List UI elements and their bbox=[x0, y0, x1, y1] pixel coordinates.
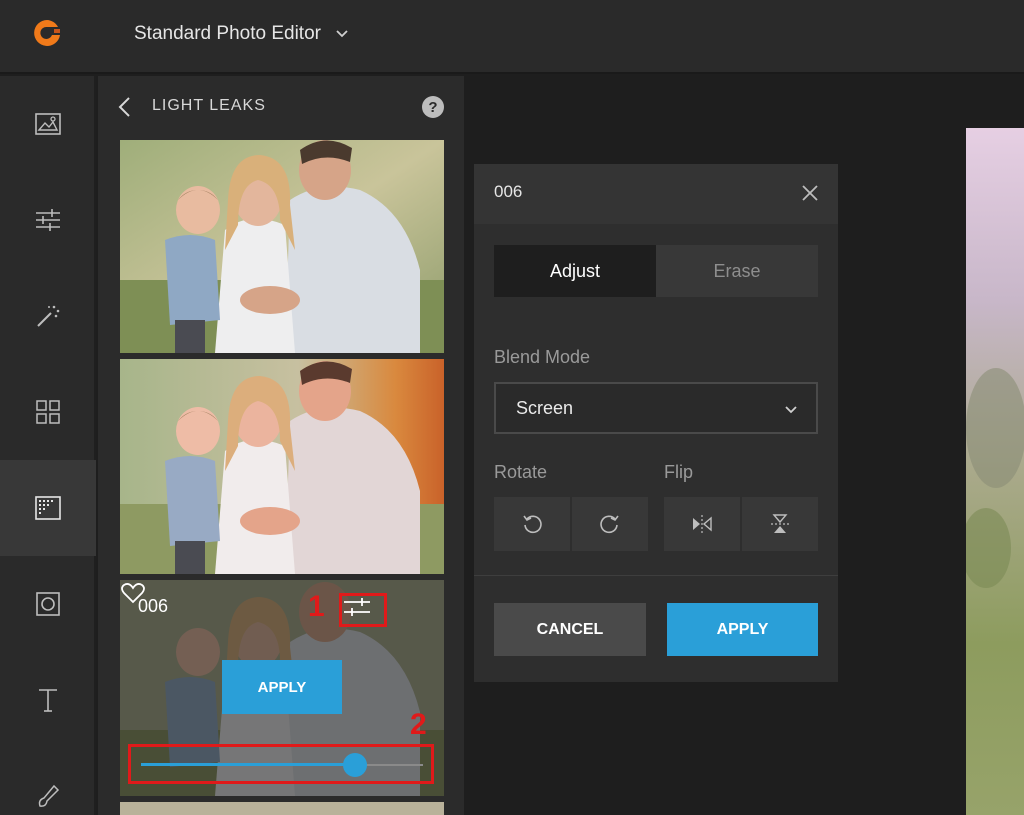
light-leak-thumb[interactable] bbox=[120, 359, 444, 574]
rail-item-overlays[interactable] bbox=[0, 460, 96, 556]
tab-erase[interactable]: Erase bbox=[656, 245, 818, 297]
brush-icon bbox=[38, 784, 60, 807]
light-leak-thumb[interactable] bbox=[120, 802, 444, 815]
photo-canvas bbox=[966, 128, 1024, 815]
adjust-dialog: 006 Adjust Erase Blend Mode Screen Rotat… bbox=[474, 164, 838, 682]
sliders-icon bbox=[344, 598, 370, 616]
rail-item-adjust[interactable] bbox=[0, 172, 96, 268]
rail-item-frames[interactable] bbox=[0, 556, 96, 652]
annotation-marker-1: 1 bbox=[308, 590, 325, 623]
adjust-settings-button[interactable] bbox=[339, 593, 387, 627]
editor-mode-dropdown[interactable]: Standard Photo Editor bbox=[134, 22, 349, 46]
blend-mode-label: Blend Mode bbox=[494, 347, 591, 367]
flip-horizontal-button[interactable] bbox=[664, 497, 740, 551]
chevron-down-icon bbox=[336, 30, 348, 38]
chevron-down-icon bbox=[785, 406, 797, 414]
tab-adjust[interactable]: Adjust bbox=[494, 245, 656, 297]
rotate-label: Rotate bbox=[494, 462, 548, 482]
texture-icon bbox=[35, 496, 61, 520]
grid-icon bbox=[36, 400, 60, 424]
back-arrow-icon[interactable] bbox=[116, 96, 134, 118]
app-logo[interactable] bbox=[32, 18, 62, 48]
editor-mode-label: Standard Photo Editor bbox=[134, 23, 321, 44]
rail-item-draw[interactable] bbox=[0, 748, 96, 815]
text-icon bbox=[39, 689, 57, 712]
intensity-slider-fill bbox=[141, 763, 356, 766]
canvas-photo[interactable] bbox=[966, 128, 1024, 815]
rotate-right-button[interactable] bbox=[572, 497, 648, 551]
flip-horizontal-icon bbox=[693, 515, 712, 533]
apply-button[interactable]: APPLY bbox=[667, 603, 818, 656]
dialog-title: 006 bbox=[494, 182, 523, 201]
rail-item-image[interactable] bbox=[0, 76, 96, 172]
photo-thumbnail bbox=[120, 359, 444, 574]
blend-mode-value: Screen bbox=[516, 397, 574, 418]
rotate-right-icon bbox=[600, 515, 619, 534]
light-leaks-panel: LIGHT LEAKS ? 006 APPLY 1 2 bbox=[98, 76, 464, 815]
selected-light-leak-thumb[interactable]: 006 APPLY bbox=[120, 580, 444, 796]
help-icon[interactable]: ? bbox=[422, 96, 444, 118]
image-icon bbox=[35, 113, 61, 135]
dialog-tabs: Adjust Erase bbox=[494, 245, 818, 297]
dialog-divider bbox=[474, 575, 838, 576]
magic-wand-icon bbox=[37, 305, 60, 327]
rail-item-text[interactable] bbox=[0, 652, 96, 748]
rotate-left-button[interactable] bbox=[494, 497, 570, 551]
cancel-button[interactable]: CANCEL bbox=[494, 603, 646, 656]
sliders-icon bbox=[36, 209, 60, 231]
close-icon[interactable] bbox=[800, 183, 820, 203]
intensity-slider-handle[interactable] bbox=[343, 753, 368, 777]
panel-header: LIGHT LEAKS ? bbox=[98, 76, 464, 138]
flip-label: Flip bbox=[664, 462, 694, 482]
photo-thumbnail bbox=[120, 140, 444, 353]
panel-title: LIGHT LEAKS bbox=[152, 97, 266, 114]
rail-item-templates[interactable] bbox=[0, 364, 96, 460]
frame-icon bbox=[36, 592, 60, 616]
dialog-header: 006 bbox=[474, 164, 838, 224]
top-bar: Standard Photo Editor bbox=[0, 0, 1024, 74]
tool-rail bbox=[0, 76, 96, 815]
intensity-slider-highlight bbox=[128, 744, 434, 784]
flip-vertical-button[interactable] bbox=[742, 497, 818, 551]
rotate-left-icon bbox=[523, 515, 542, 534]
heart-icon[interactable] bbox=[120, 580, 146, 606]
thumb-apply-button[interactable]: APPLY bbox=[222, 660, 342, 714]
annotation-marker-2: 2 bbox=[410, 708, 427, 741]
rail-item-effects[interactable] bbox=[0, 268, 96, 364]
photo-editor-app: Standard Photo Editor LIGHT LEAKS ? 006 … bbox=[0, 0, 1024, 815]
light-leak-thumb[interactable] bbox=[120, 140, 444, 353]
flip-vertical-icon bbox=[771, 514, 789, 533]
blend-mode-select[interactable]: Screen bbox=[494, 382, 818, 434]
